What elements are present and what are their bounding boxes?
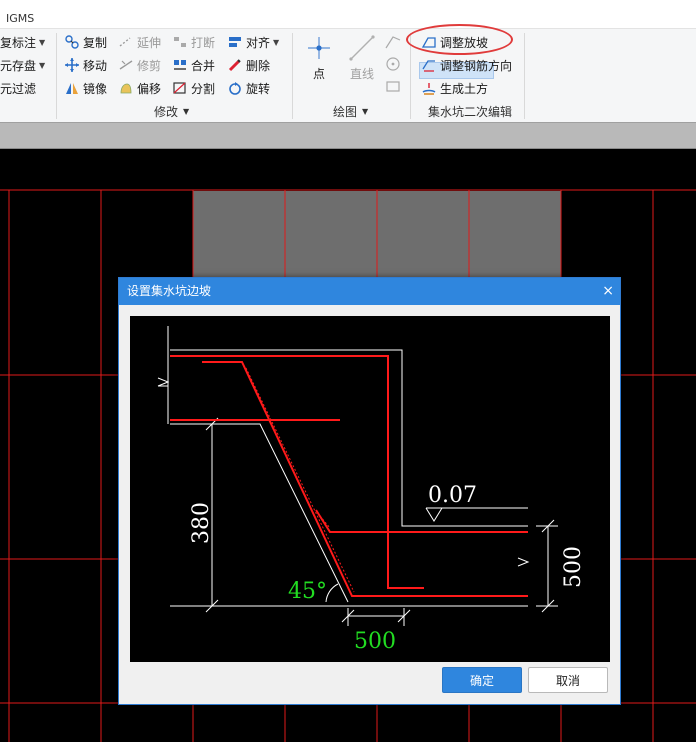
tab-strip xyxy=(0,122,696,149)
merge-icon xyxy=(174,60,186,70)
ribbon-item-label: 复标注 xyxy=(0,35,37,50)
section-outline xyxy=(157,326,558,626)
rotate-icon xyxy=(229,82,241,95)
generate-earthwork-button[interactable]: 生成土方 xyxy=(421,79,488,97)
title-strip: IGMS xyxy=(0,0,696,28)
ribbon-item-save[interactable]: 元存盘 ▼ xyxy=(0,56,45,74)
group-label-modify[interactable]: 修改 ▼ xyxy=(154,103,189,120)
mirror-icon xyxy=(66,83,78,94)
copy-button[interactable]: 复制 xyxy=(64,33,107,51)
app-title: IGMS xyxy=(6,12,35,25)
break-button[interactable]: 打断 xyxy=(172,33,215,51)
ribbon-item-dimension[interactable]: 复标注 ▼ xyxy=(0,33,45,51)
ribbon-item-label: 元过滤 xyxy=(0,81,37,96)
chevron-down-icon: ▼ xyxy=(39,60,46,70)
line-icon xyxy=(349,35,375,61)
trim-icon xyxy=(119,60,133,70)
delete-button[interactable]: 删除 xyxy=(227,56,270,74)
point-button[interactable]: 点 xyxy=(302,35,336,82)
group-label-sump: 集水坑二次编辑 xyxy=(428,105,513,119)
chevron-down-icon: ▼ xyxy=(39,37,46,47)
break-icon xyxy=(174,37,186,47)
split-button[interactable]: 分割 xyxy=(172,79,215,97)
earthwork-icon xyxy=(422,83,436,95)
chevron-down-icon: ▼ xyxy=(273,37,280,47)
split-icon xyxy=(173,82,186,94)
group-divider xyxy=(56,33,57,119)
ok-button[interactable]: 确定 xyxy=(442,667,522,693)
ribbon-item-label: 元存盘 xyxy=(0,58,37,73)
dim-bottom-width: 500 xyxy=(354,629,396,654)
rebar-dashed xyxy=(245,367,355,593)
dim-angle: 45° xyxy=(288,579,327,604)
align-icon xyxy=(229,37,241,47)
chevron-down-icon: ▼ xyxy=(362,107,369,116)
group-divider xyxy=(292,33,293,119)
chevron-down-icon: ▼ xyxy=(183,107,190,116)
dim-slope-height: 380 xyxy=(189,502,214,544)
screen: IGMS 复标注 ▼ 元存盘 ▼ 元过滤 复制 延伸 打断 对齐 ▼ 移动 修剪… xyxy=(0,0,696,742)
merge-button[interactable]: 合并 xyxy=(172,56,215,74)
trim-button[interactable]: 修剪 xyxy=(118,56,161,74)
move-icon xyxy=(65,58,79,72)
rebar-direction-icon xyxy=(422,60,435,72)
line-button[interactable]: 直线 xyxy=(344,35,380,82)
dialog-title: 设置集水坑边坡 xyxy=(119,278,620,305)
ribbon: 复标注 ▼ 元存盘 ▼ 元过滤 复制 延伸 打断 对齐 ▼ 移动 修剪 合并 删… xyxy=(0,28,696,122)
move-button[interactable]: 移动 xyxy=(64,56,107,74)
rebar-lines xyxy=(170,355,528,597)
dim-elevation: 0.07 xyxy=(428,483,477,508)
extend-icon xyxy=(119,37,131,47)
offset-button[interactable]: 偏移 xyxy=(118,79,161,97)
rectangle-icon[interactable] xyxy=(384,77,402,95)
group-label-draw[interactable]: 绘图 ▼ xyxy=(333,103,368,120)
slope-settings-dialog: 设置集水坑边坡 × 380 45° 500 500 0.07 确定 取消 xyxy=(118,277,621,705)
slope-preview: 380 45° 500 500 0.07 xyxy=(130,316,610,662)
dim-right-height: 500 xyxy=(561,546,586,588)
annotation-circle xyxy=(406,24,513,55)
align-button[interactable]: 对齐 ▼ xyxy=(227,33,279,51)
mirror-button[interactable]: 镜像 xyxy=(64,79,107,97)
group-divider xyxy=(524,33,525,119)
rotate-button[interactable]: 旋转 xyxy=(227,79,270,97)
close-icon[interactable]: × xyxy=(602,278,614,305)
ribbon-item-filter[interactable]: 元过滤 xyxy=(0,79,36,97)
slope-diagram: 380 45° 500 500 0.07 xyxy=(157,326,586,654)
delete-icon xyxy=(228,59,241,72)
copy-icon xyxy=(65,35,79,49)
polyline-icon[interactable] xyxy=(384,33,402,51)
circle-icon[interactable] xyxy=(384,55,402,73)
cancel-button[interactable]: 取消 xyxy=(528,667,608,693)
adjust-rebar-direction-button[interactable]: 调整钢筋方向 xyxy=(421,56,512,74)
point-icon xyxy=(308,37,330,59)
offset-icon xyxy=(120,83,132,94)
extend-button[interactable]: 延伸 xyxy=(118,33,161,51)
